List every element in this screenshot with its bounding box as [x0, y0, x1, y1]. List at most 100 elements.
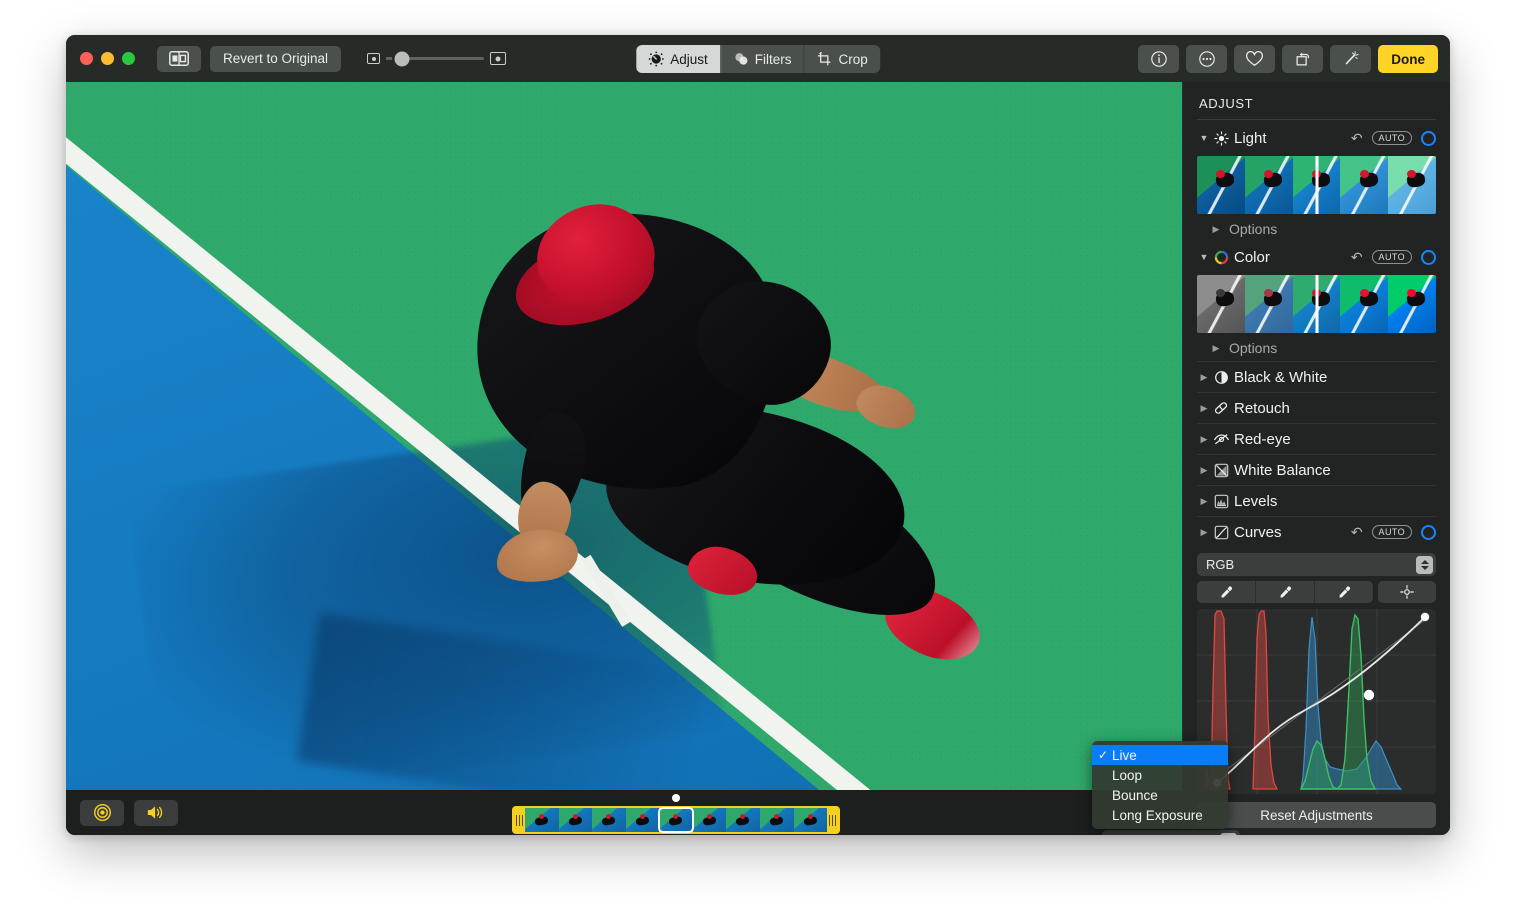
- auto-button-curves[interactable]: AUTO: [1371, 524, 1412, 540]
- audio-button[interactable]: [134, 799, 178, 826]
- more-button[interactable]: [1186, 45, 1228, 73]
- minimize-button[interactable]: [101, 52, 114, 65]
- eyedropper-group: [1197, 581, 1373, 603]
- filmstrip-thumb[interactable]: [1197, 156, 1245, 214]
- scrubber-frame[interactable]: [692, 808, 727, 832]
- curves-tool-row: [1197, 581, 1436, 603]
- ellipsis-circle-icon: [1198, 51, 1215, 67]
- bottom-toolbar: [66, 790, 1182, 835]
- filmstrip-thumb[interactable]: [1244, 275, 1293, 333]
- curves-target-button[interactable]: [1378, 581, 1436, 603]
- bandage-icon: [1211, 400, 1231, 416]
- auto-button-color[interactable]: AUTO: [1371, 249, 1412, 265]
- auto-enhance-button[interactable]: [1330, 45, 1372, 73]
- filmstrip-thumb[interactable]: [1340, 275, 1389, 333]
- gray-point-eyedropper[interactable]: [1256, 581, 1315, 603]
- filmstrip-position-marker[interactable]: [1315, 156, 1318, 214]
- sidebar-toggle-button[interactable]: [157, 45, 201, 72]
- chevron-right-icon[interactable]: ▶: [1197, 496, 1211, 507]
- done-button[interactable]: Done: [1378, 45, 1438, 73]
- curves-graph[interactable]: [1197, 609, 1436, 794]
- live-effect-select[interactable]: Live: [1102, 830, 1240, 835]
- revert-icon[interactable]: ↶: [1351, 130, 1363, 147]
- sidebar-section-light[interactable]: ▼ Light ↶ AUTO: [1197, 123, 1436, 153]
- adjust-dial-icon: [648, 51, 664, 67]
- menu-item-label: Bounce: [1112, 787, 1158, 803]
- enable-toggle-color[interactable]: [1421, 249, 1436, 265]
- zoom-slider[interactable]: [367, 51, 507, 66]
- scrubber-frame[interactable]: [759, 808, 794, 832]
- enable-toggle-light[interactable]: [1421, 130, 1436, 146]
- photo-canvas[interactable]: [66, 82, 1182, 790]
- zoom-slider-track[interactable]: [394, 51, 485, 66]
- adjust-sidebar: ADJUST ▼ Light ↶ AUTO ▶ Options ▼ Color …: [1182, 82, 1450, 835]
- filmstrip-thumb[interactable]: [1197, 275, 1245, 333]
- white-point-eyedropper[interactable]: [1315, 581, 1373, 603]
- sidebar-section-red-eye[interactable]: ▶ Red-eye: [1197, 424, 1436, 454]
- tab-filters[interactable]: Filters: [721, 45, 805, 73]
- enable-toggle-curves[interactable]: [1421, 524, 1436, 540]
- color-filmstrip[interactable]: [1197, 275, 1436, 333]
- sidebar-section-color[interactable]: ▼ Color ↶ AUTO: [1197, 242, 1436, 272]
- filmstrip-thumb[interactable]: [1388, 156, 1436, 214]
- sidebar-section-white-balance[interactable]: ▶ White Balance: [1197, 455, 1436, 485]
- scrubber-frame-selected[interactable]: [658, 807, 694, 833]
- sidebar-section-levels[interactable]: ▶ Levels: [1197, 486, 1436, 516]
- tab-crop[interactable]: Crop: [805, 45, 880, 73]
- menu-item-live[interactable]: ✓ Live: [1092, 745, 1228, 765]
- chevron-right-icon[interactable]: ▶: [1197, 465, 1211, 476]
- auto-button-light[interactable]: AUTO: [1371, 130, 1412, 146]
- info-button[interactable]: [1138, 45, 1180, 73]
- zoom-button[interactable]: [122, 52, 135, 65]
- revert-icon[interactable]: ↶: [1351, 249, 1363, 266]
- filmstrip-position-marker[interactable]: [1315, 275, 1318, 333]
- favorite-button[interactable]: [1234, 45, 1276, 73]
- revert-icon[interactable]: ↶: [1351, 524, 1363, 541]
- sidebar-section-black-and-white[interactable]: ▶ Black & White: [1197, 362, 1436, 392]
- scrubber-frame[interactable]: [558, 808, 593, 832]
- live-effect-stepper[interactable]: [1220, 832, 1237, 835]
- chevron-right-icon[interactable]: ▶: [1209, 224, 1223, 235]
- sidebar-section-curves[interactable]: ▶ Curves ↶ AUTO: [1197, 517, 1436, 547]
- sidebar-section-retouch[interactable]: ▶ Retouch: [1197, 393, 1436, 423]
- live-photo-button[interactable]: [80, 799, 124, 826]
- scrubber-frame[interactable]: [625, 808, 660, 832]
- photos-editor-window: Revert to Original Adjust Filters Crop D…: [66, 35, 1450, 835]
- menu-item-bounce[interactable]: Bounce: [1092, 785, 1228, 805]
- scrubber-frame[interactable]: [592, 808, 626, 832]
- revert-to-original-button[interactable]: Revert to Original: [210, 45, 342, 72]
- menu-item-loop[interactable]: Loop: [1092, 765, 1228, 785]
- trim-handle-left[interactable]: [514, 809, 525, 831]
- chevron-right-icon[interactable]: ▶: [1197, 372, 1211, 383]
- tab-adjust[interactable]: Adjust: [636, 45, 721, 73]
- chevron-right-icon[interactable]: ▶: [1209, 343, 1223, 354]
- scrubber-frame[interactable]: [793, 808, 828, 832]
- chevron-down-icon[interactable]: ▼: [1197, 133, 1211, 143]
- tab-adjust-label: Adjust: [670, 51, 708, 67]
- chevron-down-icon[interactable]: ▼: [1197, 252, 1211, 262]
- menu-item-long-exposure[interactable]: Long Exposure: [1092, 805, 1228, 825]
- filmstrip-thumb[interactable]: [1388, 275, 1436, 333]
- light-filmstrip[interactable]: [1197, 156, 1436, 214]
- curves-channel-select[interactable]: RGB: [1197, 553, 1436, 576]
- black-point-eyedropper[interactable]: [1197, 581, 1256, 603]
- scrubber-track[interactable]: [512, 806, 840, 834]
- reset-adjustments-button[interactable]: Reset Adjustments: [1197, 802, 1436, 828]
- filmstrip-thumb[interactable]: [1340, 156, 1389, 214]
- scrubber-frame[interactable]: [525, 808, 559, 832]
- curve-control-point-white[interactable]: [1420, 612, 1430, 622]
- close-button[interactable]: [80, 52, 93, 65]
- color-options-row[interactable]: ▶ Options: [1197, 335, 1436, 361]
- trim-handle-right[interactable]: [827, 809, 838, 831]
- filmstrip-thumb[interactable]: [1244, 156, 1293, 214]
- curve-control-point-mid[interactable]: [1363, 689, 1375, 701]
- curves-channel-stepper[interactable]: [1416, 555, 1433, 574]
- zoom-slider-knob[interactable]: [394, 51, 410, 66]
- rotate-button[interactable]: [1282, 45, 1324, 73]
- scrubber-frame[interactable]: [726, 808, 760, 832]
- chevron-right-icon[interactable]: ▶: [1197, 434, 1211, 445]
- chevron-right-icon[interactable]: ▶: [1197, 403, 1211, 414]
- light-options-row[interactable]: ▶ Options: [1197, 216, 1436, 242]
- chevron-right-icon[interactable]: ▶: [1197, 527, 1211, 538]
- tab-filters-label: Filters: [754, 51, 792, 67]
